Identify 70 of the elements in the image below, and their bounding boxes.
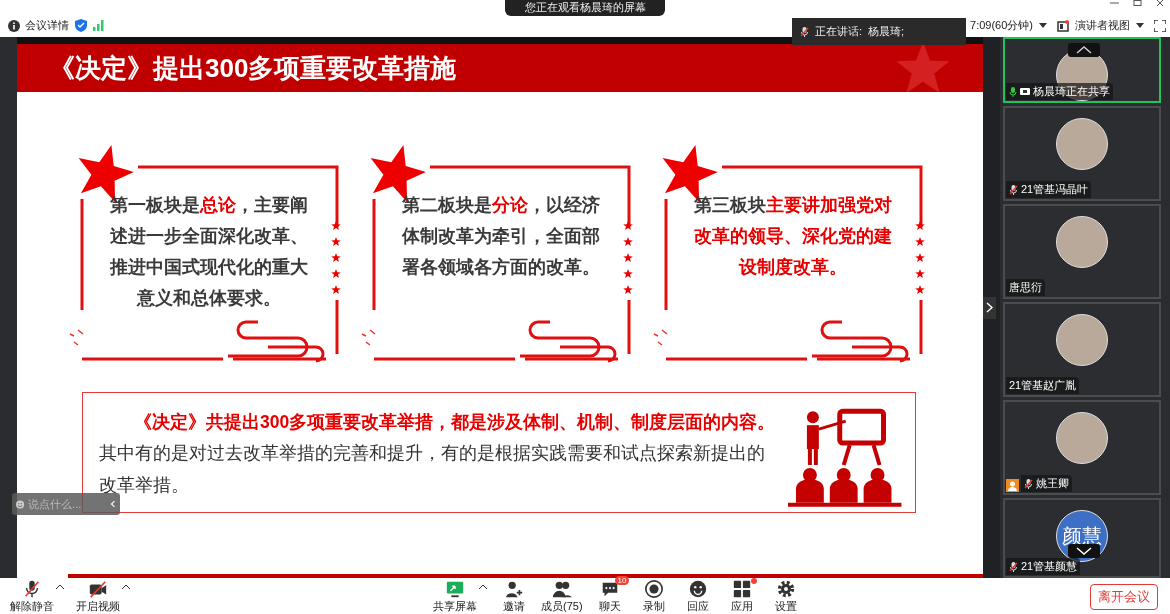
caret-icon[interactable] (122, 583, 130, 589)
toolbar-button[interactable]: 聊天 10 (592, 578, 627, 614)
chevron-right-icon (986, 302, 993, 313)
video-off-icon (88, 578, 108, 599)
toolbar-button[interactable]: 录制 (636, 578, 671, 614)
caret-icon[interactable] (1039, 23, 1047, 28)
record-icon (643, 578, 664, 599)
leave-meeting-button[interactable]: 离开会议 (1090, 584, 1158, 610)
participant-name: 杨晨琦正在共享 (1033, 84, 1110, 99)
participant-name: 唐思衍 (1009, 280, 1042, 295)
muted-microphone-icon (22, 578, 42, 599)
smiley-icon[interactable] (16, 498, 25, 510)
scroll-down-button[interactable] (1068, 544, 1100, 558)
toolbar-button[interactable]: 回应 (680, 578, 715, 614)
participant-tile[interactable]: 21管基赵广胤 (1003, 302, 1161, 397)
settings-icon (775, 578, 796, 599)
toolbar-button[interactable]: 开启视频 (76, 578, 120, 614)
caret-icon[interactable] (1136, 23, 1144, 28)
info-icon[interactable] (8, 19, 20, 32)
shield-icon[interactable] (75, 19, 87, 32)
viewing-banner: 您正在观看杨晨琦的屏幕 (505, 0, 665, 16)
caret-icon[interactable] (56, 583, 64, 589)
participant-tile[interactable]: 21管基冯晶叶 (1003, 106, 1161, 201)
presenter-view-icon (1057, 19, 1069, 32)
toolbar-button[interactable]: 应用 (724, 578, 759, 614)
slide-title: 《决定》提出300多项重要改革措施 (49, 51, 457, 85)
maximize-icon[interactable] (1133, 0, 1142, 6)
muted-microphone-icon (1009, 561, 1018, 572)
meeting-info-link[interactable]: 会议详情 (25, 18, 69, 33)
muted-microphone-icon (800, 26, 809, 37)
apps-grid-icon (731, 578, 752, 599)
card-text: 第三板块主要讲加强党对改革的领导、深化党的建设制度改革。 (692, 194, 893, 279)
participant-tile[interactable]: 姚王卿 (1003, 400, 1161, 495)
avatar-photo-placeholder (1056, 412, 1108, 464)
expand-button[interactable] (983, 296, 996, 319)
speaker-name: 杨晨琦; (868, 24, 905, 39)
close-icon[interactable] (1156, 0, 1164, 6)
avatar-photo-placeholder (1056, 314, 1108, 366)
smiley-icon (687, 578, 708, 599)
participant-name: 21管基颜慧 (1021, 559, 1078, 574)
avatar-photo-placeholder (1056, 216, 1108, 268)
collapse-icon[interactable] (110, 499, 116, 509)
speaking-label: 正在讲话: (815, 24, 863, 39)
timer-dropdown[interactable]: 7:09(60分钟) (970, 18, 1047, 33)
caret-icon[interactable] (479, 583, 487, 589)
participant-tile[interactable]: 杨晨琦正在共享 (1003, 37, 1161, 103)
participant-name: 21管基赵广胤 (1009, 378, 1077, 393)
toolbar-button[interactable]: 设置 (768, 578, 803, 614)
chat-input[interactable]: 说点什么... (28, 498, 91, 510)
card-text: 第二板块是分论，以经济体制改革为牵引，全面部署各领域各方面的改革。 (400, 194, 601, 279)
chevron-down-icon (1076, 547, 1092, 555)
participant-name: 21管基冯晶叶 (1021, 182, 1089, 197)
muted-microphone-icon (1009, 184, 1018, 195)
toolbar-button[interactable]: 成员(75) (541, 578, 583, 614)
scroll-up-button[interactable] (1068, 43, 1100, 57)
summary-highlight: 《决定》共提出300多项重要改革举措，都是涉及体制、机制、制度层面的内容。 (133, 411, 776, 434)
participant-name: 姚王卿 (1036, 476, 1069, 491)
toolbar-button[interactable]: 邀请 (497, 578, 531, 614)
chevron-up-icon (1076, 46, 1092, 54)
participant-tile[interactable]: 唐思衍 (1003, 204, 1161, 299)
toolbar-button[interactable]: 共享屏幕 (433, 578, 477, 614)
card-text: 第一板块是总论，主要阐述进一步全面深化改革、推进中国式现代化的重大意义和总体要求。 (108, 194, 309, 310)
view-mode-dropdown[interactable]: 演讲者视图 (1057, 18, 1144, 33)
unread-badge: 10 (614, 575, 630, 585)
avatar-photo-placeholder (1056, 118, 1108, 170)
muted-microphone-icon (1024, 478, 1033, 489)
chat-bar[interactable]: 说点什么... (12, 493, 120, 515)
fullscreen-icon[interactable] (1154, 19, 1166, 32)
toolbar-button[interactable]: 解除静音 (10, 578, 54, 614)
microphone-icon (1009, 86, 1017, 97)
